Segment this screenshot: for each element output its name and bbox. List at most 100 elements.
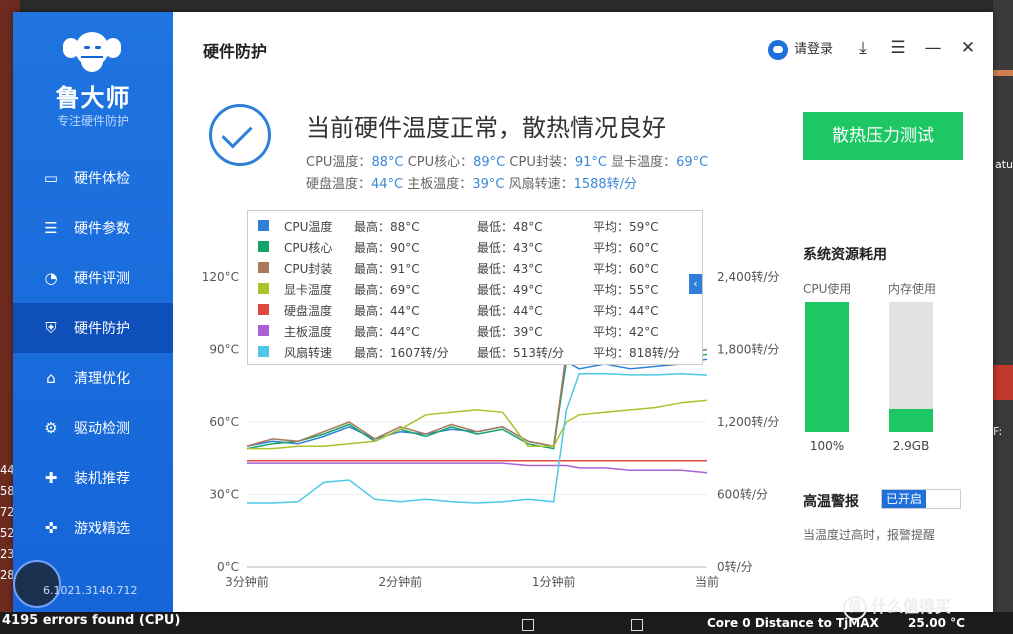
sidebar-item[interactable]: ◔ 硬件评测 [13,253,173,303]
memory-usage-bar [889,302,933,432]
legend-swatch [258,220,269,231]
legend-row: CPU封装 最高：91°C 最低：43°C 平均：60°C [248,257,704,278]
legend-min: 最低：39°C [477,325,543,339]
legend-avg: 平均：55°C [593,283,659,297]
login-label: 请登录 [794,42,834,57]
legend-swatch [258,241,269,252]
legend-series-name: CPU温度 [284,220,333,234]
sidebar-item-label: 硬件参数 [74,221,130,237]
metric-label: 主板温度： [407,177,473,192]
check-circle-icon [209,104,271,166]
y-right-tick-label: 2,400转/分 [717,269,779,284]
watermark: 值什么值得买 [843,593,951,620]
background-stripe [993,365,1013,400]
metric-label: CPU温度： [306,155,372,170]
legend-min: 最低：49°C [477,283,543,297]
metric-label: 显卡温度： [611,155,677,170]
legend-row: 显卡温度 最高：69°C 最低：49°C 平均：55°C [248,278,704,299]
sidebar-item[interactable]: ⚙ 驱动检测 [13,403,173,453]
logo-icon [61,26,123,80]
memory-usage-label: 内存使用 [888,282,937,296]
close-icon[interactable]: ✕ [958,38,978,58]
resources-title: 系统资源耗用 [803,247,887,263]
legend-swatch [258,262,269,273]
sidebar-item-label: 硬件体检 [74,171,130,187]
sidebar-item[interactable]: ⌂ 清理优化 [13,353,173,403]
main-panel: 硬件防护 请登录 ⤓ ☰ — ✕ 当前硬件温度正常，散热情况良好 CPU温度：8… [173,12,993,612]
legend-row: CPU核心 最高：90°C 最低：43°C 平均：60°C [248,236,704,257]
sidebar-item-label: 游戏精选 [74,521,130,537]
y-right-tick-label: 1,800转/分 [717,342,779,357]
legend-min: 最低：43°C [477,241,543,255]
legend-collapse-button[interactable]: ‹ [689,274,702,294]
status-headline: 当前硬件温度正常，散热情况良好 [306,114,666,142]
legend-series-name: CPU封装 [284,262,333,276]
legend-min: 最低：44°C [477,304,543,318]
high-temp-alarm-description: 当温度过高时，报警提醒 [803,528,936,542]
metric-value: 39°C [472,177,505,192]
legend-swatch [258,346,269,357]
login-button[interactable]: 请登录 [768,38,834,60]
y-right-tick-label: 600转/分 [717,487,768,502]
sidebar-item[interactable]: ▭ 硬件体检 [13,153,173,203]
legend-max: 最高：91°C [354,262,420,276]
watermark-text: 什么值得买 [871,597,952,616]
x-tick-label: 1分钟前 [532,574,576,589]
user-icon [768,39,788,60]
cpu-usage-label: CPU使用 [803,282,852,296]
menu-icon[interactable]: ☰ [888,38,908,58]
legend-swatch [258,325,269,336]
metric-label: CPU封装： [509,155,575,170]
error-status-text: 4195 errors found (CPU) [2,613,181,628]
legend-min: 最低：48°C [477,220,543,234]
y-left-tick-label: 60°C [209,415,239,429]
metric-value: 44°C [371,177,404,192]
legend-series-name: 显卡温度 [284,283,333,297]
app-slogan: 专注硬件防护 [56,114,129,128]
stress-test-button[interactable]: 散热压力测试 [803,112,963,160]
series-line-5 [247,462,708,474]
legend-swatch [258,283,269,294]
sidebar-item-label: 清理优化 [74,371,130,387]
page-title: 硬件防护 [203,42,268,61]
legend-avg: 平均：60°C [593,241,659,255]
metric-label: 硬盘温度： [306,177,372,192]
sidebar-item[interactable]: ✜ 游戏精选 [13,503,173,553]
app-window: 鲁大师 专注硬件防护 ▭ 硬件体检 ☰ 硬件参数 ◔ 硬件评测 ⛨ 硬件防护 ⌂ 清理优化 ⚙ 驱动检… [13,12,993,612]
legend-row: CPU温度 最高：88°C 最低：48°C 平均：59°C [248,215,704,236]
square-icon [631,619,643,631]
legend-min: 最低：513转/分 [477,346,564,360]
legend-max: 最高：44°C [354,304,420,318]
series-line-0 [246,358,708,448]
high-temp-alarm-title: 高温警报 [803,494,859,510]
sidebar-item[interactable]: ⛨ 硬件防护 [13,303,173,353]
temperature-summary-row1: CPU温度：88°C CPU核心：89°C CPU封装：91°C 显卡温度：69… [306,151,708,170]
x-tick-label: 当前 [695,574,719,589]
sidebar-item-label: 硬件防护 [74,321,130,337]
legend-avg: 平均：818转/分 [593,346,680,360]
y-left-tick-label: 90°C [209,343,239,357]
legend-row: 风扇转速 最高：1607转/分 最低：513转/分 平均：818转/分 [248,341,704,362]
legend-avg: 平均：42°C [593,325,659,339]
minimize-icon[interactable]: — [923,38,943,58]
y-left-tick-label: 30°C [209,488,239,502]
alarm-toggle-label: 已开启 [882,490,926,508]
temperature-chart: 0°C 30°C 60°C 90°C 120°C 0转/分 600转/分 1,200转/分 1,… [173,207,793,602]
sidebar-item[interactable]: ✚ 装机推荐 [13,453,173,503]
cpu-usage-bar [805,302,849,432]
cpu-usage-value: 100% [809,439,845,453]
y-left-tick-label: 120°C [202,270,239,284]
gauge-icon: ◔ [44,269,58,287]
download-icon[interactable]: ⤓ [853,38,873,58]
metric-label: CPU核心： [407,155,474,170]
legend-min: 最低：43°C [477,262,543,276]
sidebar-item[interactable]: ☰ 硬件参数 [13,203,173,253]
high-temp-alarm-toggle[interactable]: 已开启 [881,489,961,509]
sidebar-item-label: 装机推荐 [74,471,130,487]
legend-row: 硬盘温度 最高：44°C 最低：44°C 平均：44°C [248,299,704,320]
legend-series-name: 硬盘温度 [284,304,333,318]
background-stripe [993,70,1013,76]
metric-value: 1588转/分 [573,177,638,192]
legend-max: 最高：69°C [354,283,420,297]
legend-max: 最高：1607转/分 [354,346,449,360]
